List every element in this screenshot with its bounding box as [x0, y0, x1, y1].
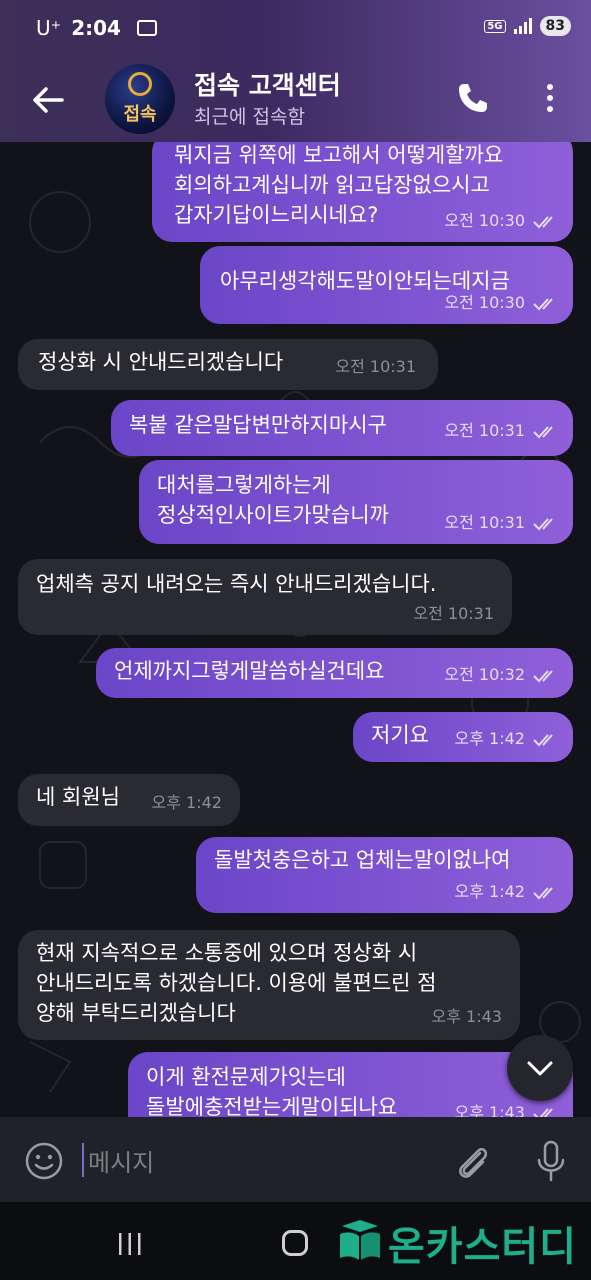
chat-title[interactable]: 접속 고객센터 — [194, 66, 341, 102]
message-time: 오후 1:42 — [455, 724, 559, 754]
signal-icon — [513, 18, 532, 34]
read-check-icon — [533, 886, 553, 899]
message-bubble-incoming[interactable]: 현재 지속적으로 소통중에 있으며 정상화 시 안내드리도록 하겠습니다. 이용… — [18, 930, 520, 1040]
message-time: 오전 10:31 — [413, 604, 494, 623]
microphone-icon[interactable] — [534, 1139, 568, 1183]
message-bubble-incoming[interactable]: 네 회원님 오후 1:42 — [18, 774, 240, 826]
book-logo-icon — [340, 1220, 380, 1260]
time-label: 오후 1:43 — [454, 1103, 525, 1117]
message-bubble-outgoing[interactable]: 언제까지그렇게말씀하실건데요 오전 10:32 — [96, 648, 573, 698]
time-label: 오후 1:42 — [454, 729, 525, 748]
message-bubble-outgoing[interactable]: 아무리생각해도말이안되는데지금 오전 10:30 — [200, 246, 573, 324]
home-button[interactable] — [282, 1230, 308, 1256]
more-vertical-icon[interactable] — [540, 82, 560, 114]
message-time: 오후 1:43 — [431, 1007, 502, 1026]
message-bubble-incoming[interactable]: 정상화 시 안내드리겠습니다 오전 10:31 — [18, 339, 438, 390]
message-time: 오전 10:31 — [335, 357, 416, 376]
logo-icon — [128, 72, 152, 96]
message-time: 오전 10:30 — [444, 206, 559, 236]
time-label: 오전 10:30 — [444, 211, 525, 230]
read-check-icon — [533, 215, 553, 228]
network-type-icon: 5G — [484, 19, 506, 33]
time-label: 오전 10:32 — [444, 665, 525, 684]
time-label: 오전 10:31 — [444, 513, 525, 532]
message-time: 오전 10:30 — [444, 288, 559, 318]
last-seen-status: 최근에 접속함 — [194, 106, 305, 128]
recent-apps-icon[interactable] — [116, 1232, 144, 1256]
message-time: 오후 1:42 — [455, 877, 559, 907]
message-bubble-outgoing[interactable]: 돌발첫충은하고 업체는말이없나여 오후 1:42 — [196, 837, 573, 913]
chevron-down-icon — [527, 1061, 553, 1076]
message-text: 업체측 공지 내려오는 즉시 안내드리겠습니다. — [36, 572, 437, 596]
phone-icon[interactable] — [455, 80, 491, 116]
clock: 2:04 — [71, 16, 121, 40]
message-list[interactable]: 뭐지금 위쪽에 보고해서 어떻게할까요 회의하고계십니까 읽고답장없으시고 갑자… — [0, 142, 591, 1117]
read-check-icon — [533, 733, 553, 746]
message-time: 오전 10:32 — [444, 660, 559, 690]
battery-indicator: 83 — [539, 16, 571, 36]
system-nav-bar: 온카스터디 — [0, 1202, 591, 1280]
message-bubble-outgoing[interactable]: 복붙 같은말답변만하지마시구 오전 10:31 — [111, 400, 573, 456]
read-check-icon — [533, 517, 553, 530]
message-text: 돌발첫충은하고 업체는말이없나여 — [214, 848, 511, 872]
message-time: 오전 10:31 — [444, 416, 559, 446]
read-check-icon — [533, 425, 553, 438]
arrow-left-icon[interactable] — [28, 80, 68, 120]
message-composer: 메시지 — [0, 1117, 591, 1202]
scroll-to-bottom-button[interactable] — [507, 1035, 573, 1101]
paperclip-icon[interactable] — [452, 1141, 492, 1185]
message-bubble-incoming[interactable]: 업체측 공지 내려오는 즉시 안내드리겠습니다. 오전 10:31 — [18, 559, 512, 635]
message-bubble-outgoing[interactable]: 대처를그렇게하는게 정상적인사이트가맞습니까 오전 10:31 — [139, 460, 573, 544]
status-bar: U⁺ 2:04 5G 83 — [0, 0, 591, 60]
time-label: 오전 10:31 — [444, 421, 525, 440]
read-check-icon — [533, 297, 553, 310]
status-left: U⁺ 2:04 — [36, 16, 157, 40]
avatar-text: 접속 — [123, 104, 157, 125]
carrier-label: U⁺ — [36, 16, 62, 40]
read-check-icon — [533, 669, 553, 682]
message-bubble-outgoing[interactable]: 뭐지금 위쪽에 보고해서 어떻게할까요 회의하고계십니까 읽고답장없으시고 갑자… — [152, 142, 573, 242]
message-time: 오전 10:31 — [444, 508, 559, 538]
emoji-icon[interactable] — [24, 1141, 64, 1181]
message-bubble-outgoing[interactable]: 저기요 오후 1:42 — [353, 712, 573, 762]
watermark-text: 온카스터디 — [388, 1224, 577, 1270]
text-cursor — [82, 1143, 84, 1177]
status-right: 5G 83 — [484, 16, 571, 36]
screenshot-icon — [136, 20, 157, 36]
chat-header: 접속 접속 고객센터 최근에 접속함 — [0, 60, 591, 142]
avatar[interactable]: 접속 — [105, 64, 175, 134]
read-check-icon — [533, 1107, 553, 1117]
time-label: 오전 10:30 — [444, 293, 525, 312]
message-input[interactable]: 메시지 — [88, 1143, 154, 1178]
message-time: 오후 1:42 — [151, 793, 222, 812]
time-label: 오후 1:42 — [454, 882, 525, 901]
